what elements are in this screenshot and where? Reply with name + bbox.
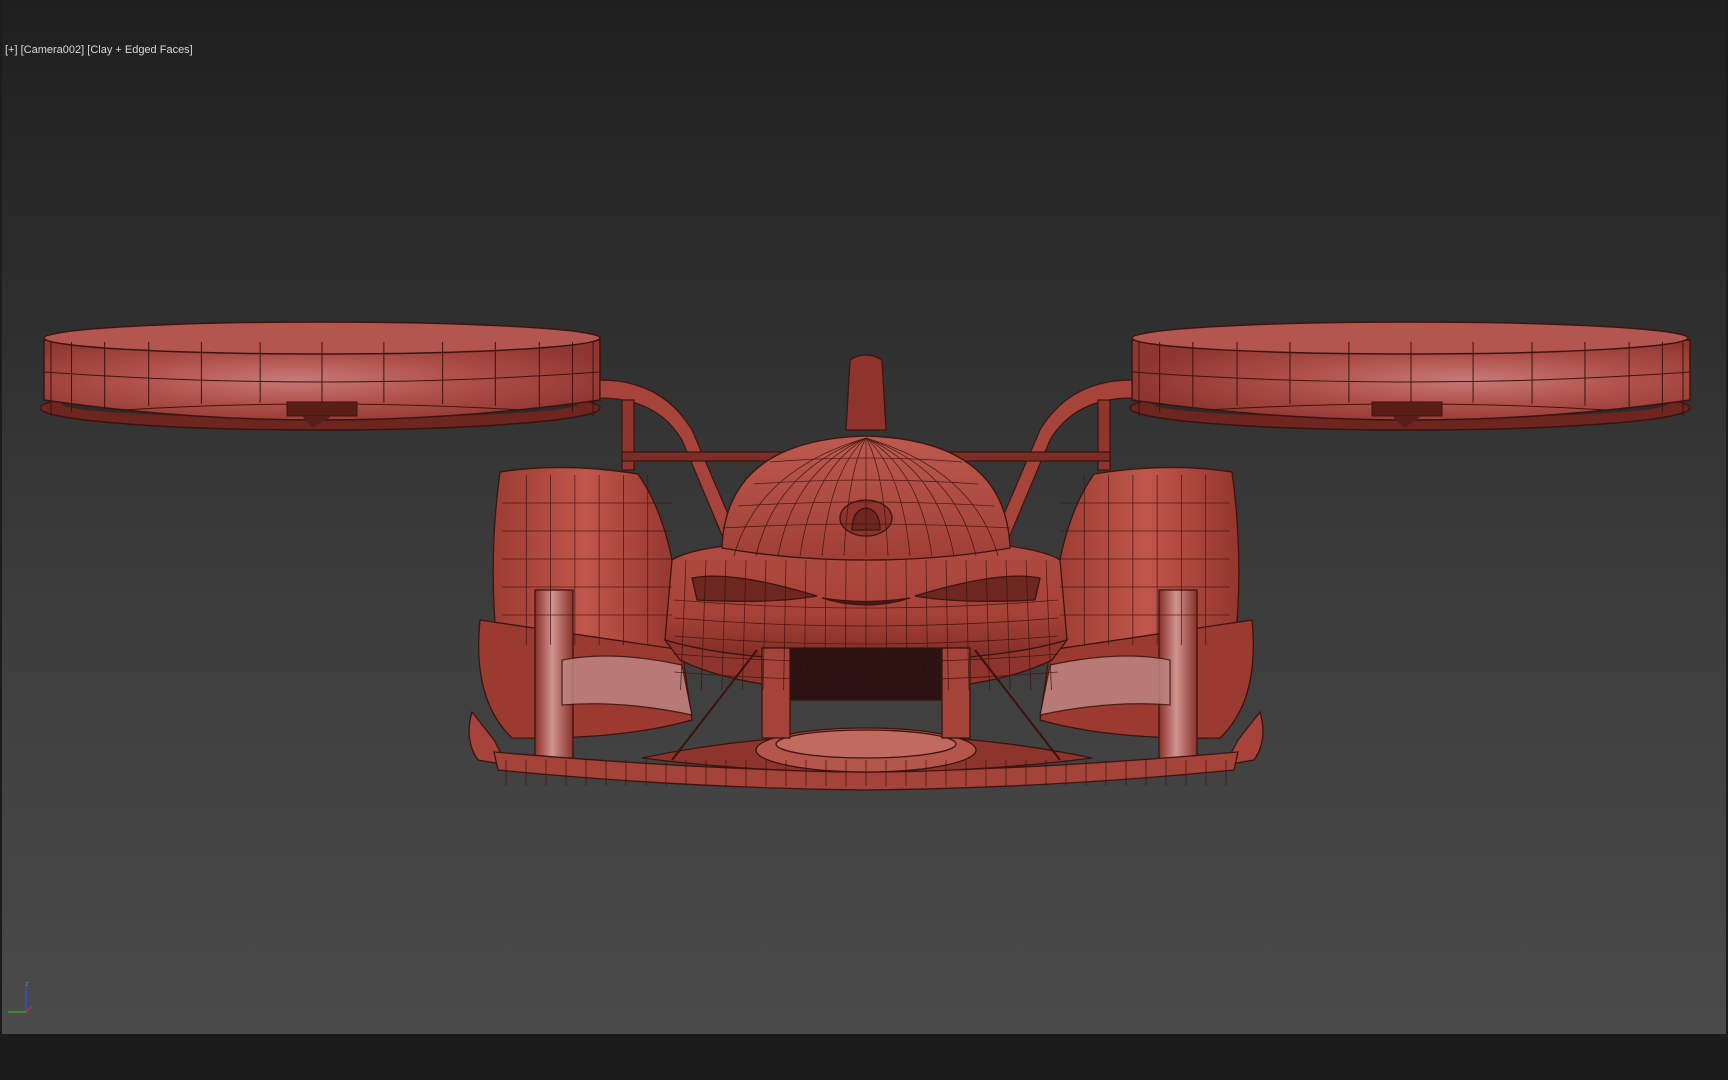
right-side-pod[interactable] (1039, 466, 1264, 766)
left-rotor-ring[interactable] (39, 321, 601, 431)
gizmo-z-label: z (25, 981, 29, 988)
flying-car-clay-model[interactable] (2, 0, 1726, 1034)
viewport-label-menu[interactable]: [+] [Camera002] [Clay + Edged Faces] (5, 44, 193, 56)
right-rotor-ring[interactable] (1129, 321, 1691, 431)
xyz-axis-tripod-icon: z (8, 981, 33, 1013)
max-viewport-window: [+] [Camera002] [Clay + Edged Faces] z (0, 0, 1728, 1080)
camera-viewport[interactable]: [+] [Camera002] [Clay + Edged Faces] z (2, 0, 1726, 1034)
viewport-plus-menu[interactable]: [+] (5, 44, 18, 56)
viewport-camera-menu[interactable]: [Camera002] (21, 44, 85, 56)
left-side-pod[interactable] (468, 466, 693, 766)
viewport-bottom-strip (0, 1034, 1728, 1080)
viewport-shading-menu[interactable]: [Clay + Edged Faces] (87, 44, 192, 56)
